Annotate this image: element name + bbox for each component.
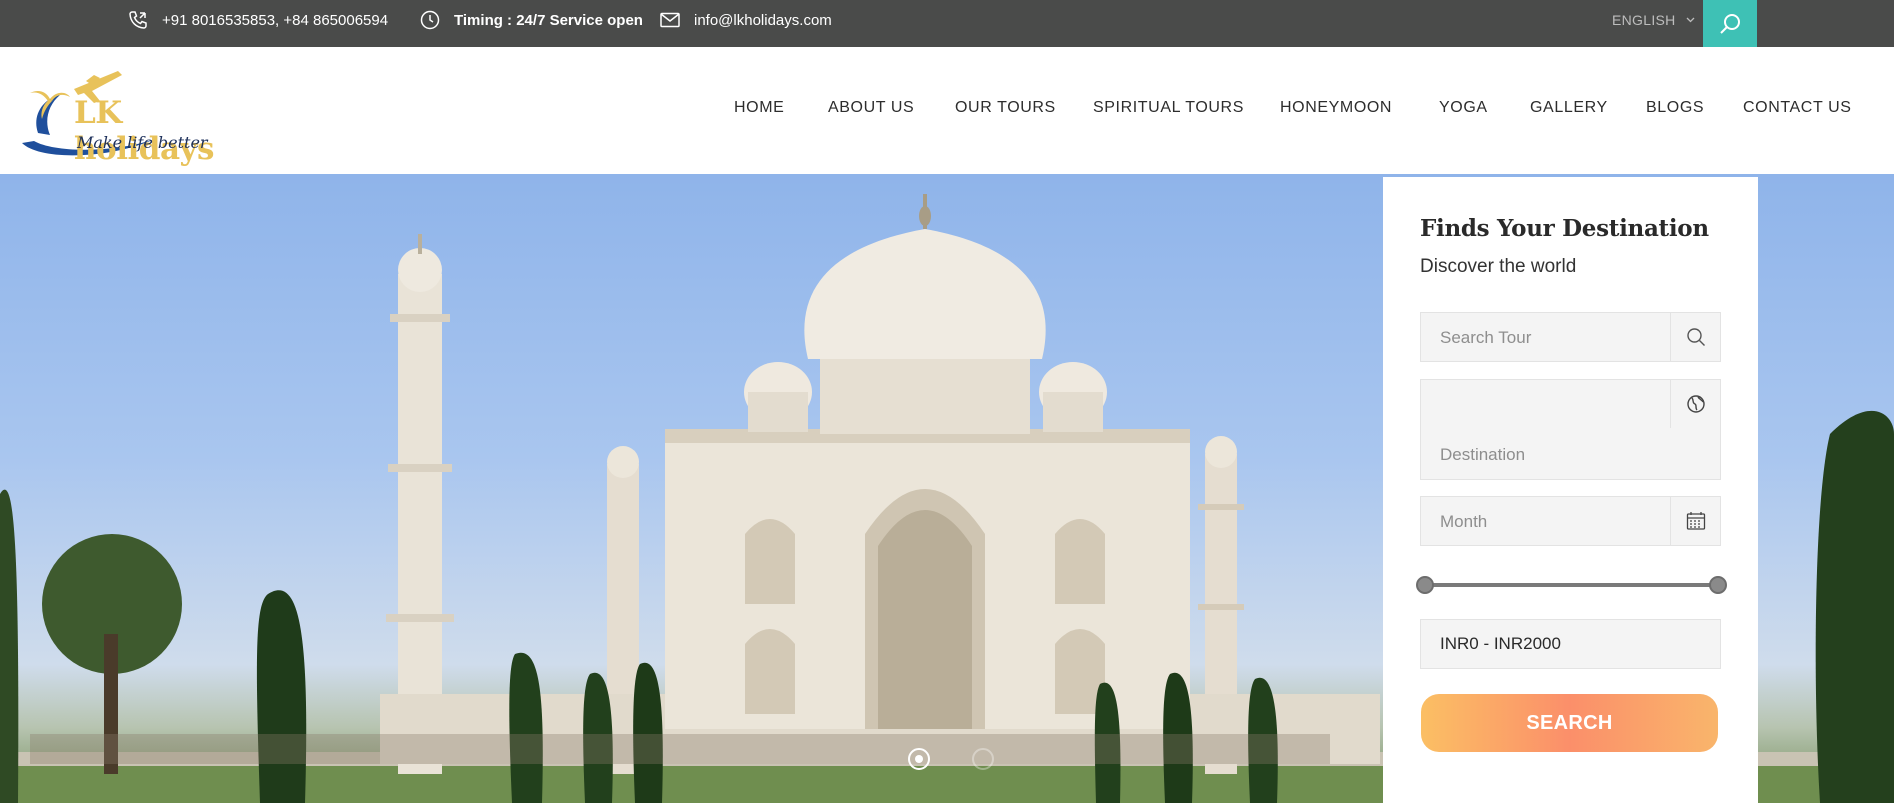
service-timing: Timing : 24/7 Service open <box>420 0 643 40</box>
nav-our-tours[interactable]: OUR TOURS <box>955 99 1056 117</box>
contact-email[interactable]: info@lkholidays.com <box>660 0 832 40</box>
panel-title: Finds Your Destination <box>1420 215 1709 242</box>
destination-select[interactable]: Destination <box>1420 379 1721 480</box>
search-panel: Finds Your Destination Discover the worl… <box>1383 177 1758 803</box>
logo[interactable]: LK holidays Make life better <box>20 61 260 167</box>
price-range-text: INR0 - INR2000 <box>1440 634 1561 653</box>
site-header: LK holidays Make life better HOME ABOUT … <box>0 47 1894 174</box>
month-input[interactable]: Month <box>1420 496 1721 546</box>
phone-icon <box>129 11 147 29</box>
language-label: ENGLISH <box>1612 12 1676 28</box>
calendar-icon <box>1670 497 1720 545</box>
price-range-slider[interactable] <box>1416 575 1727 595</box>
nav-blogs[interactable]: BLOGS <box>1646 99 1704 117</box>
slider-dot-1[interactable] <box>908 748 930 770</box>
top-search-button[interactable] <box>1703 0 1757 47</box>
mail-icon <box>660 12 680 28</box>
contact-phone[interactable]: +91 8016535853, +84 865006594 <box>128 0 388 40</box>
phone-numbers: +91 8016535853, +84 865006594 <box>162 11 389 29</box>
search-tour-input[interactable]: Search Tour <box>1420 312 1721 362</box>
top-bar: +91 8016535853, +84 865006594 Timing : 2… <box>0 0 1894 47</box>
search-tour-placeholder: Search Tour <box>1440 328 1532 347</box>
price-range-display: INR0 - INR2000 <box>1420 619 1721 669</box>
search-icon <box>1720 13 1740 34</box>
clock-icon <box>420 10 440 30</box>
logo-tagline: Make life better <box>77 133 208 152</box>
slider-handle-max[interactable] <box>1709 576 1727 594</box>
nav-home[interactable]: HOME <box>734 99 784 117</box>
globe-icon <box>1670 380 1720 428</box>
slider-track <box>1425 583 1718 587</box>
email-text: info@lkholidays.com <box>694 11 832 29</box>
destination-placeholder: Destination <box>1440 445 1526 464</box>
nav-contact-us[interactable]: CONTACT US <box>1743 99 1852 117</box>
slider-dot-2[interactable] <box>972 748 994 770</box>
chevron-down-icon <box>1686 17 1695 23</box>
month-placeholder: Month <box>1440 512 1488 531</box>
search-icon <box>1670 313 1720 361</box>
nav-yoga[interactable]: YOGA <box>1439 99 1488 117</box>
search-button[interactable]: SEARCH <box>1421 694 1718 752</box>
panel-subtitle: Discover the world <box>1420 256 1577 277</box>
nav-spiritual-tours[interactable]: SPIRITUAL TOURS <box>1093 99 1244 117</box>
timing-text: Timing : 24/7 Service open <box>454 11 643 29</box>
language-selector[interactable]: ENGLISH <box>1612 0 1695 40</box>
nav-gallery[interactable]: GALLERY <box>1530 99 1608 117</box>
nav-honeymoon[interactable]: HONEYMOON <box>1280 99 1392 117</box>
slider-handle-min[interactable] <box>1416 576 1434 594</box>
nav-about-us[interactable]: ABOUT US <box>828 99 914 117</box>
logo-title: LK holidays <box>74 95 215 167</box>
